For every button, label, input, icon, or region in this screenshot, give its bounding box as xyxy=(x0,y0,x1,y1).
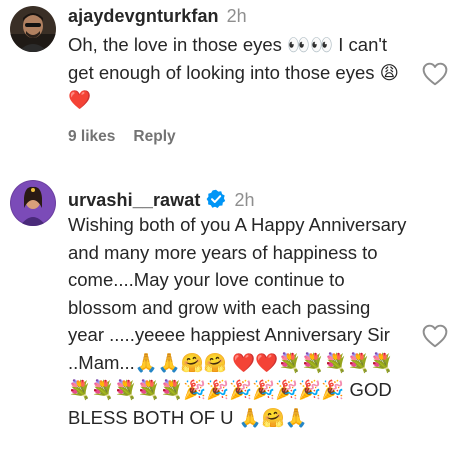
username[interactable]: urvashi__rawat xyxy=(68,190,200,211)
username[interactable]: ajaydevgnturkfan xyxy=(68,6,219,27)
reply-button[interactable]: Reply xyxy=(133,128,175,146)
heart-outline-icon[interactable] xyxy=(422,62,448,86)
timestamp: 2h xyxy=(234,190,255,210)
avatar[interactable] xyxy=(10,180,56,226)
comment-body: urvashi__rawat 2h Wishing both of you A … xyxy=(68,186,410,431)
comment-item: ajaydevgnturkfan 2h Oh, the love in thos… xyxy=(0,0,460,160)
comment-text: Oh, the love in those eyes 👀👀 I can't ge… xyxy=(68,34,399,110)
timestamp: 2h xyxy=(226,6,247,26)
likes-count[interactable]: 9 likes xyxy=(68,128,115,146)
heart-outline-icon[interactable] xyxy=(422,324,448,348)
comment-item: urvashi__rawat 2h Wishing both of you A … xyxy=(0,178,460,463)
verified-badge-icon xyxy=(206,189,226,209)
comment-body: ajaydevgnturkfan 2h Oh, the love in thos… xyxy=(68,6,410,146)
comment-text: Wishing both of you A Happy Anniversary … xyxy=(68,214,407,428)
avatar[interactable] xyxy=(10,6,56,52)
comment-header: urvashi__rawat 2h xyxy=(68,186,410,211)
comment-meta: 9 likes Reply xyxy=(68,128,410,146)
comment-header: ajaydevgnturkfan 2h xyxy=(68,6,410,28)
